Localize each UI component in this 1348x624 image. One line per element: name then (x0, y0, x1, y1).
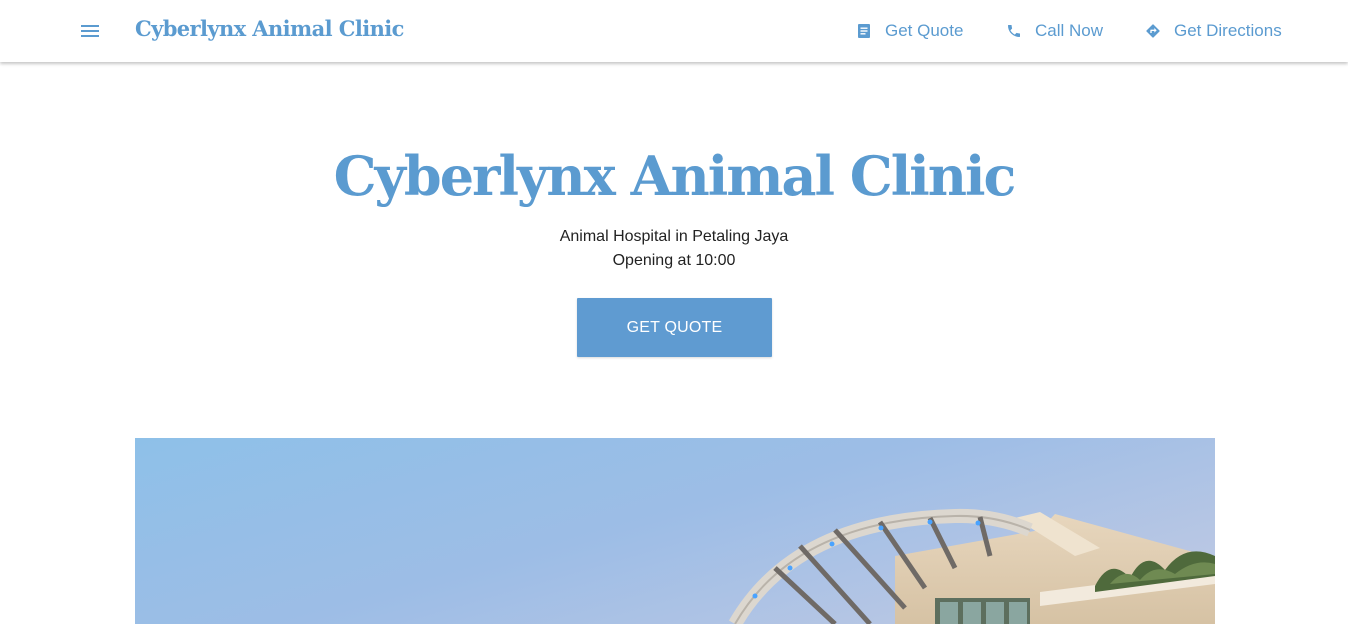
phone-icon (1005, 22, 1023, 40)
get-directions-label: Get Directions (1174, 21, 1282, 40)
directions-icon (1144, 22, 1162, 40)
hero-title: Cyberlynx Animal Clinic (333, 144, 1017, 208)
get-quote-label: Get Quote (885, 21, 964, 40)
get-quote-link[interactable]: Get Quote (855, 19, 963, 43)
document-icon (855, 22, 873, 40)
get-directions-link[interactable]: Get Directions (1144, 19, 1282, 43)
get-quote-button[interactable]: GET QUOTE (577, 298, 772, 357)
call-now-link[interactable]: Call Now (1005, 19, 1103, 43)
opening-hours-status: Opening at 10:00 (612, 252, 736, 269)
hero-subtitle: Animal Hospital in Petaling Jaya (559, 228, 789, 245)
top-app-bar: Cyberlynx Animal Clinic Get Quote Call N… (0, 0, 1348, 62)
clinic-building-photo (135, 438, 1215, 624)
call-now-label: Call Now (1035, 21, 1104, 40)
site-brand-title[interactable]: Cyberlynx Animal Clinic (135, 16, 404, 41)
hamburger-menu-icon[interactable] (78, 20, 102, 42)
